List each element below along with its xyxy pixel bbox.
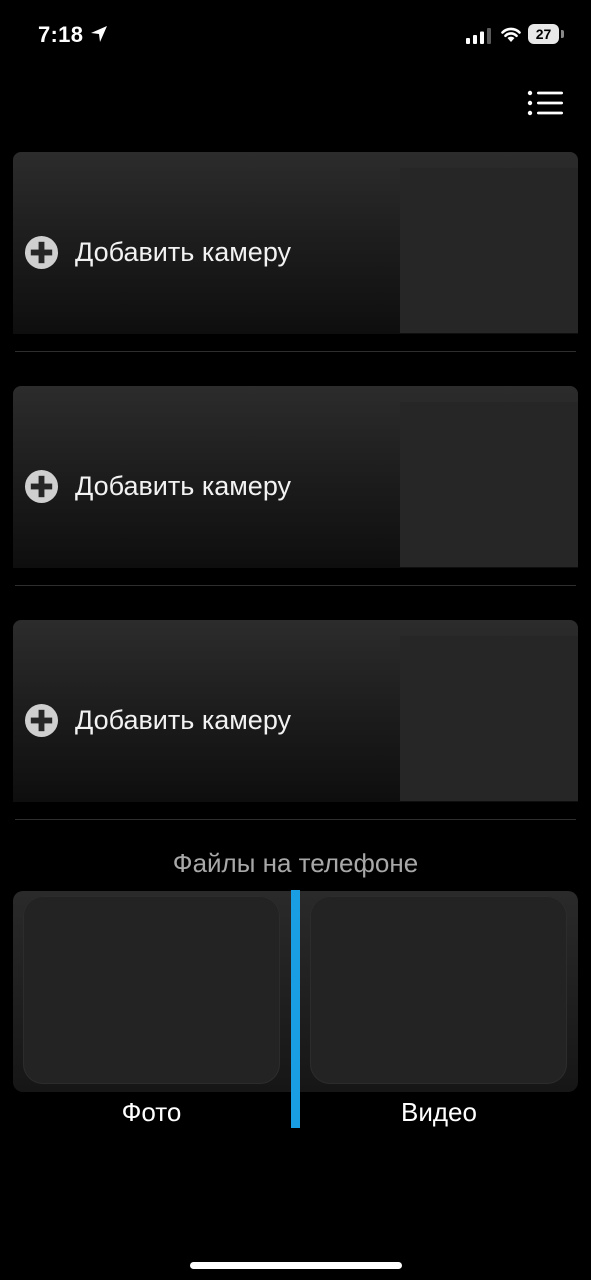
- add-camera-button[interactable]: Добавить камеру: [24, 234, 291, 270]
- divider: [15, 819, 576, 820]
- plus-circle-icon: [24, 235, 59, 269]
- files-separator: [291, 890, 300, 1128]
- plus-circle-icon: [24, 703, 59, 737]
- battery-level: 27: [528, 24, 559, 44]
- add-camera-button[interactable]: Добавить камеру: [24, 702, 291, 738]
- video-label[interactable]: Видео: [300, 1097, 578, 1128]
- battery-tip: [561, 30, 564, 38]
- camera-preview: [400, 636, 578, 801]
- status-time: 7:18: [38, 22, 84, 47]
- plus-circle-icon: [24, 469, 59, 503]
- list-menu-icon[interactable]: [526, 88, 564, 120]
- divider: [15, 351, 576, 352]
- divider: [15, 585, 576, 586]
- photo-label[interactable]: Фото: [13, 1097, 290, 1128]
- camera-preview: [400, 168, 578, 333]
- add-camera-label: Добавить камеру: [75, 470, 292, 501]
- home-indicator[interactable]: [190, 1262, 402, 1269]
- video-tile[interactable]: [310, 896, 567, 1084]
- camera-slot-1[interactable]: Добавить камеру: [13, 152, 578, 334]
- camera-slot-2[interactable]: Добавить камеру: [13, 386, 578, 568]
- camera-preview: [400, 402, 578, 567]
- add-camera-button[interactable]: Добавить камеру: [24, 468, 291, 504]
- photo-tile[interactable]: [23, 896, 280, 1084]
- cellular-signal-icon: [466, 28, 491, 44]
- battery-icon: 27: [528, 24, 564, 44]
- files-section-title: Файлы на телефоне: [172, 848, 419, 878]
- wifi-icon: [501, 27, 521, 42]
- location-arrow-icon: [91, 26, 107, 42]
- camera-slot-3[interactable]: Добавить камеру: [13, 620, 578, 802]
- add-camera-label: Добавить камеру: [75, 704, 292, 735]
- add-camera-label: Добавить камеру: [75, 236, 292, 267]
- status-bar: 7:18 27: [0, 0, 591, 70]
